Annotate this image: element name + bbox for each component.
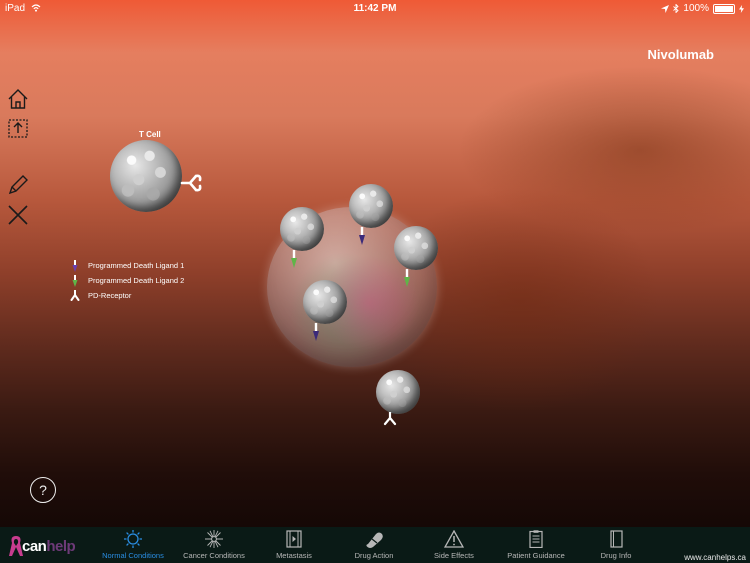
ligand-connector [359,227,365,245]
gear-sun-icon [124,530,142,548]
legend-label: PD-Receptor [88,291,132,300]
antibody-cell[interactable] [280,207,324,251]
antibody-cell[interactable] [376,370,420,414]
logo-text: can [22,538,47,555]
website-link[interactable]: www.canhelps.ca [684,553,746,562]
tab-label: Patient Guidance [507,551,565,560]
tab-label: Cancer Conditions [183,551,245,560]
pd-receptor-icon [70,289,80,301]
tab-normal-conditions[interactable]: Normal Conditions [93,527,173,563]
tcell-label: T Cell [139,130,161,139]
legend-item: Programmed Death Ligand 2 [70,273,184,288]
burst-icon [205,530,223,548]
location-arrow-icon [661,4,670,13]
tab-label: Normal Conditions [102,551,164,560]
battery-percent: 100% [683,3,709,14]
ligand-connector [291,250,297,268]
legend: Programmed Death Ligand 1 Programmed Dea… [70,258,184,303]
ligand-connector [404,269,410,287]
help-button[interactable]: ? [30,477,56,503]
antibody-cell[interactable] [394,226,438,270]
legend-label: Programmed Death Ligand 1 [88,261,185,270]
close-icon[interactable] [7,204,29,226]
antibody-cell[interactable] [349,184,393,228]
drug-title: Nivolumab [647,47,714,62]
pd-receptor-icon [383,412,397,426]
tab-drug-action[interactable]: Drug Action [334,527,414,563]
capsule-icon [366,532,383,548]
legend-label: Programmed Death Ligand 2 [88,276,185,285]
tab-metastasis[interactable]: Metastasis [254,527,334,563]
tab-patient-guidance[interactable]: Patient Guidance [496,527,576,563]
home-icon[interactable] [7,88,29,110]
bluetooth-icon [673,4,680,13]
pd-receptor-icon [180,174,202,192]
warning-icon [444,530,464,548]
legend-item: Programmed Death Ligand 1 [70,258,184,273]
pencil-icon[interactable] [7,174,29,196]
charging-icon [739,4,744,13]
ligand-1-icon [72,259,78,272]
status-bar: iPad 11:42 PM 100% [0,0,750,16]
tab-label: Drug Info [600,551,632,560]
tab-label: Metastasis [276,551,312,560]
tab-bar: canhelp Normal Conditions Cancer Conditi… [0,527,750,563]
canhelp-logo: canhelp [8,534,76,558]
tab-label: Side Effects [434,551,474,560]
clipboard-icon [529,530,543,548]
tab-side-effects[interactable]: Side Effects [414,527,494,563]
ligand-connector [313,323,319,341]
book-icon [610,530,623,548]
share-icon[interactable] [7,117,29,139]
antibody-cell[interactable] [303,280,347,324]
tab-drug-info[interactable]: Drug Info [576,527,656,563]
status-time: 11:42 PM [353,3,397,14]
film-icon [286,530,302,548]
ligand-2-icon [72,274,78,287]
tab-label: Drug Action [354,551,394,560]
battery-icon [713,3,735,14]
logo-text-faded: help [46,538,76,555]
legend-item: PD-Receptor [70,288,184,303]
tab-cancer-conditions[interactable]: Cancer Conditions [174,527,254,563]
t-cell[interactable] [110,140,182,212]
